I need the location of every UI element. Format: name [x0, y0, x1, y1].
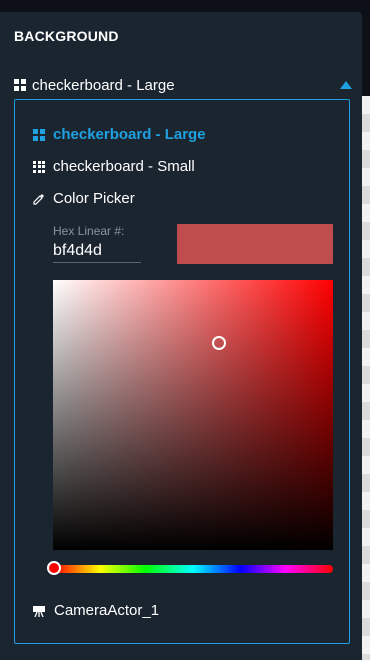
dropdown-selected-label: checkerboard - Large	[32, 76, 175, 94]
saturation-value-picker[interactable]	[53, 280, 333, 550]
camera-icon	[33, 605, 45, 617]
hex-input[interactable]	[53, 240, 141, 263]
menu-item-checkerboard-large[interactable]: checkerboard - Large	[33, 126, 206, 143]
background-dropdown[interactable]: checkerboard - Large	[14, 74, 354, 96]
hex-label: Hex Linear #:	[53, 224, 125, 238]
menu-item-label: checkerboard - Small	[53, 158, 195, 175]
section-title: BACKGROUND	[14, 28, 119, 44]
hue-slider-handle[interactable]	[47, 561, 61, 575]
menu-item-checkerboard-small[interactable]: checkerboard - Small	[33, 158, 195, 175]
menu-item-camera-actor[interactable]: CameraActor_1	[33, 602, 159, 619]
menu-item-color-picker[interactable]: Color Picker	[33, 190, 135, 207]
color-swatch	[177, 224, 333, 264]
checkerboard-large-icon	[33, 128, 45, 141]
eyedropper-icon	[33, 193, 44, 205]
caret-up-icon[interactable]	[340, 81, 352, 89]
menu-item-label: checkerboard - Large	[53, 126, 206, 143]
dropdown-menu: checkerboard - Large checkerboard - Smal…	[14, 99, 350, 644]
menu-item-label: CameraActor_1	[54, 602, 160, 619]
checkerboard-small-icon	[33, 160, 45, 173]
color-picker-handle[interactable]	[212, 336, 226, 350]
checkerboard-large-icon	[14, 79, 26, 91]
menu-item-label: Color Picker	[53, 190, 135, 207]
hue-slider[interactable]	[47, 561, 333, 575]
